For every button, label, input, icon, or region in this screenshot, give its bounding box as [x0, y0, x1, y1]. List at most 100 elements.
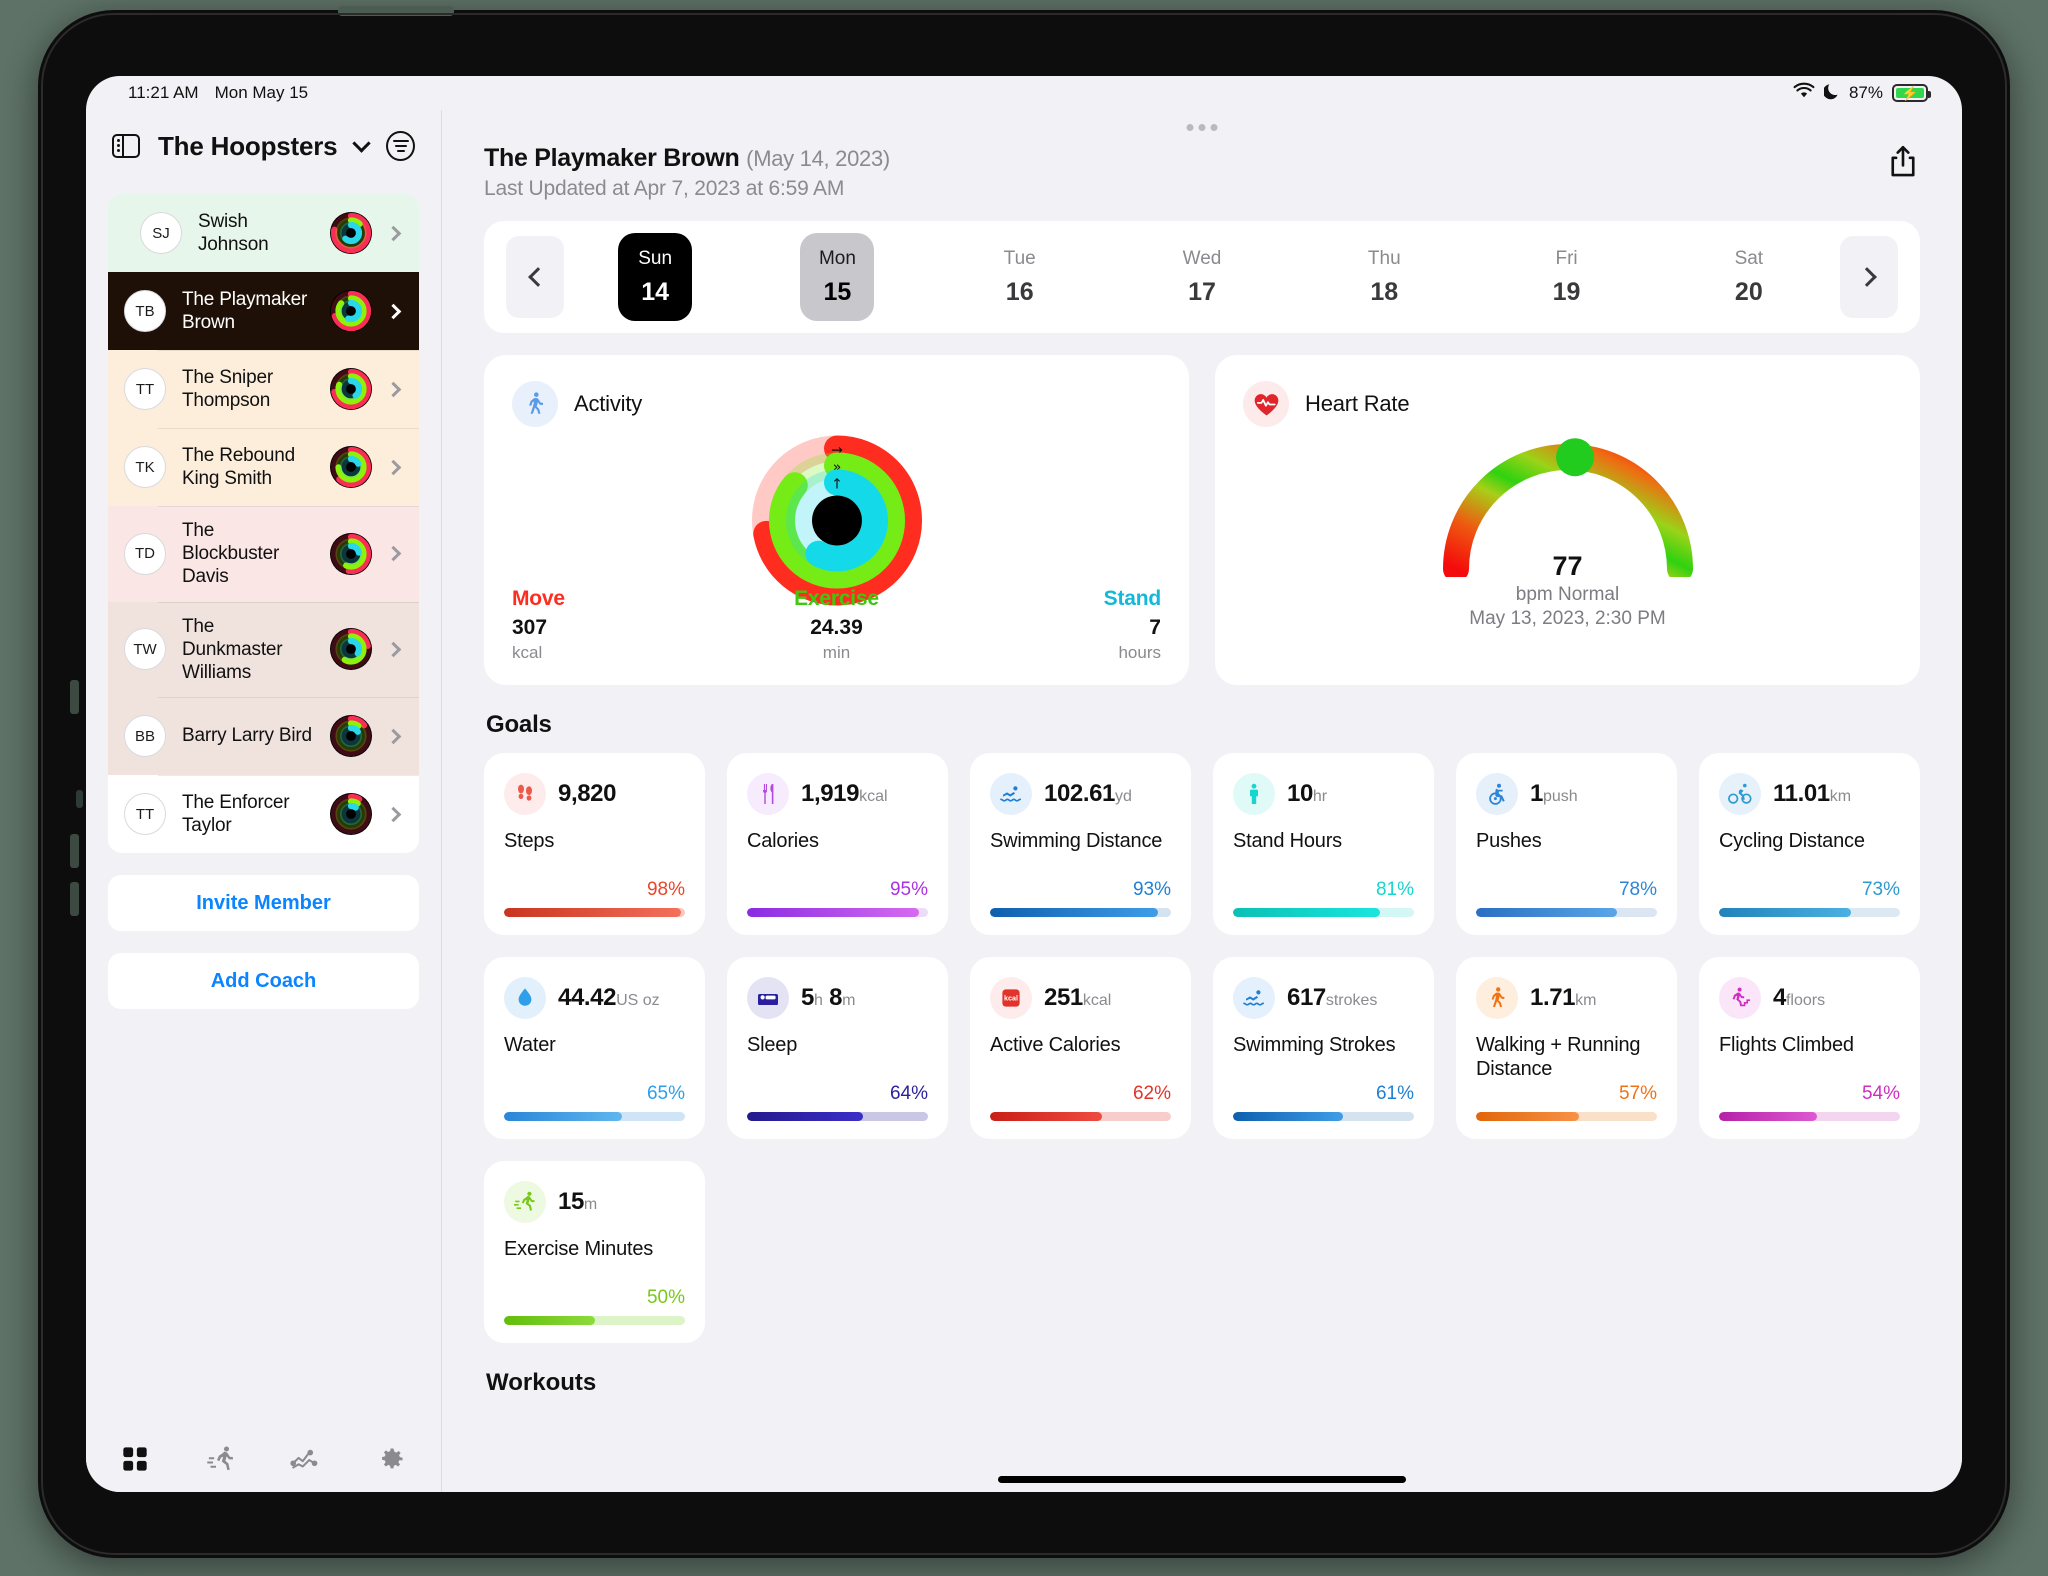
sidebar-toggle-icon[interactable] [112, 134, 140, 158]
goal-label: Stand Hours [1233, 830, 1342, 852]
chevron-right-icon[interactable] [385, 728, 402, 744]
chevron-right-icon[interactable] [385, 303, 402, 319]
chevron-right-icon[interactable] [385, 225, 402, 241]
member-row-bb-6[interactable]: BB Barry Larry Bird [108, 697, 419, 776]
device-side-button-3 [70, 882, 79, 916]
add-coach-button[interactable]: Add Coach [108, 953, 419, 1010]
chevron-right-icon[interactable] [385, 806, 402, 822]
grid-icon[interactable] [112, 1439, 158, 1479]
chevron-right-icon[interactable] [385, 641, 402, 658]
exercise-stat: Exercise 24.39 min [728, 587, 944, 663]
next-week-button[interactable] [1840, 236, 1898, 318]
goal-percent: 93% [1132, 879, 1171, 900]
filter-icon[interactable] [386, 131, 415, 161]
walking-orange-icon [1476, 977, 1518, 1019]
moon-icon [1822, 82, 1840, 105]
row-divider [158, 506, 419, 507]
heart-rate-card: Heart Rate 77 bpm Normal May 13, 2023, 2… [1215, 355, 1920, 685]
invite-member-button[interactable]: Invite Member [108, 875, 419, 932]
goals-heading: Goals [486, 711, 552, 738]
team-title[interactable]: The Hoopsters [158, 131, 338, 162]
goal-card-swimming-strokes[interactable]: 617strokes Swimming Strokes 61% [1213, 957, 1434, 1139]
bed-icon [747, 977, 789, 1019]
day-cell-tue[interactable]: Tue 16 [983, 233, 1057, 321]
day-cell-wed[interactable]: Wed 17 [1165, 233, 1239, 321]
member-row-tb-1[interactable]: TB The Playmaker Brown [108, 272, 419, 350]
goal-percent: 57% [1618, 1083, 1657, 1104]
day-cell-sun[interactable]: Sun 14 [618, 233, 693, 321]
goal-card-steps[interactable]: 9,820 Steps 98% [484, 753, 705, 935]
page-title: The Playmaker Brown (May 14, 2023) [484, 144, 890, 173]
goal-progress-bar [1476, 908, 1657, 917]
member-activity-rings-icon [330, 715, 372, 758]
content-scroll[interactable]: Sun 14 Mon 15 Tue 16 Wed 17 Thu 18 Fri 19 Sat … [442, 201, 1962, 1492]
goal-progress-fill [1476, 1112, 1580, 1121]
goal-card-water[interactable]: 44.42US oz Water 65% [484, 957, 705, 1139]
day-number: 20 [1734, 277, 1763, 306]
goal-label: Flights Climbed [1719, 1034, 1854, 1056]
day-cell-sat[interactable]: Sat 20 [1712, 233, 1786, 321]
chevron-down-icon[interactable] [352, 133, 372, 153]
member-row-td-4[interactable]: TD The Blockbuster Davis [108, 506, 419, 602]
goal-percent: 98% [646, 879, 685, 900]
goal-card-exercise-minutes[interactable]: 15m Exercise Minutes 50% [484, 1161, 705, 1343]
swimmer-icon [990, 773, 1032, 815]
day-of-week: Sun [638, 247, 673, 269]
day-cell-mon[interactable]: Mon 15 [800, 233, 875, 321]
member-name: The Enforcer Taylor [182, 791, 290, 837]
footsteps-icon [504, 773, 546, 815]
day-cell-fri[interactable]: Fri 19 [1530, 233, 1604, 321]
goal-progress-bar [504, 908, 685, 917]
activity-rings: →» ↑ [749, 433, 924, 613]
goal-value: 102.61 [1044, 780, 1116, 807]
member-row-tk-3[interactable]: TK The Rebound King Smith [108, 428, 419, 506]
goal-value: 251 [1044, 984, 1083, 1011]
goal-card-pushes[interactable]: 1push Pushes 78% [1456, 753, 1677, 935]
chevron-right-icon[interactable] [385, 381, 402, 397]
goal-label: Swimming Strokes [1233, 1034, 1396, 1056]
goal-label: Exercise Minutes [504, 1238, 654, 1260]
stairs-icon [1719, 977, 1761, 1019]
sidebar: The Hoopsters SJ Swish Johnson TB The Playm… [86, 110, 442, 1492]
member-row-tt-2[interactable]: TT The Sniper Thompson [108, 350, 419, 428]
share-icon[interactable] [1886, 144, 1920, 180]
running-icon[interactable] [198, 1439, 244, 1479]
goal-percent: 61% [1375, 1083, 1414, 1104]
last-updated-text: Last Updated at Apr 7, 2023 at 6:59 AM [484, 177, 845, 200]
goal-percent: 65% [646, 1083, 685, 1104]
goal-card-active-calories[interactable]: kcal 251kcal Active Calories 62% [970, 957, 1191, 1139]
goal-label: Active Calories [990, 1034, 1121, 1056]
goal-progress-fill [1233, 908, 1380, 917]
stand-value: 7 [1149, 616, 1161, 639]
member-row-sj-0[interactable]: SJ Swish Johnson [108, 194, 419, 272]
member-row-tt-7[interactable]: TT The Enforcer Taylor [108, 775, 419, 854]
day-cell-thu[interactable]: Thu 18 [1347, 233, 1421, 321]
goal-value: 617 [1287, 984, 1326, 1011]
prev-week-button[interactable] [506, 236, 564, 318]
goal-card-cycling-distance[interactable]: 11.01km Cycling Distance 73% [1699, 753, 1920, 935]
chart-line-icon[interactable] [283, 1439, 329, 1479]
sidebar-header: The Hoopsters [86, 110, 441, 182]
bpm-timestamp: May 13, 2023, 2:30 PM [1469, 608, 1666, 629]
goal-progress-bar [747, 1112, 928, 1121]
exercise-unit: min [822, 643, 851, 662]
goal-card-walking-running-distance[interactable]: 1.71km Walking + Running Distance 57% [1456, 957, 1677, 1139]
goal-progress-fill [990, 1112, 1103, 1121]
goal-card-swimming-distance[interactable]: 102.61yd Swimming Distance 93% [970, 753, 1191, 935]
chevron-right-icon[interactable] [385, 545, 402, 562]
goal-card-stand-hours[interactable]: 10hr Stand Hours 81% [1213, 753, 1434, 935]
goal-progress-bar [990, 908, 1171, 917]
row-divider [158, 601, 419, 603]
window-grabber[interactable] [1186, 124, 1218, 131]
goal-card-sleep[interactable]: 5h 8m Sleep 64% [727, 957, 948, 1139]
gear-icon[interactable] [369, 1439, 415, 1479]
stand-person-icon [1233, 773, 1275, 815]
goal-value: 9,820 [558, 780, 617, 807]
member-row-tw-5[interactable]: TW The Dunkmaster Williams [108, 601, 419, 698]
goal-progress-fill [747, 1112, 863, 1121]
goal-value: 10 [1287, 780, 1313, 807]
goal-unit: h [813, 992, 823, 1009]
goal-card-calories[interactable]: 1,919kcal Calories 95% [727, 753, 948, 935]
chevron-right-icon[interactable] [385, 459, 402, 475]
goal-card-flights-climbed[interactable]: 4floors Flights Climbed 54% [1699, 957, 1920, 1139]
